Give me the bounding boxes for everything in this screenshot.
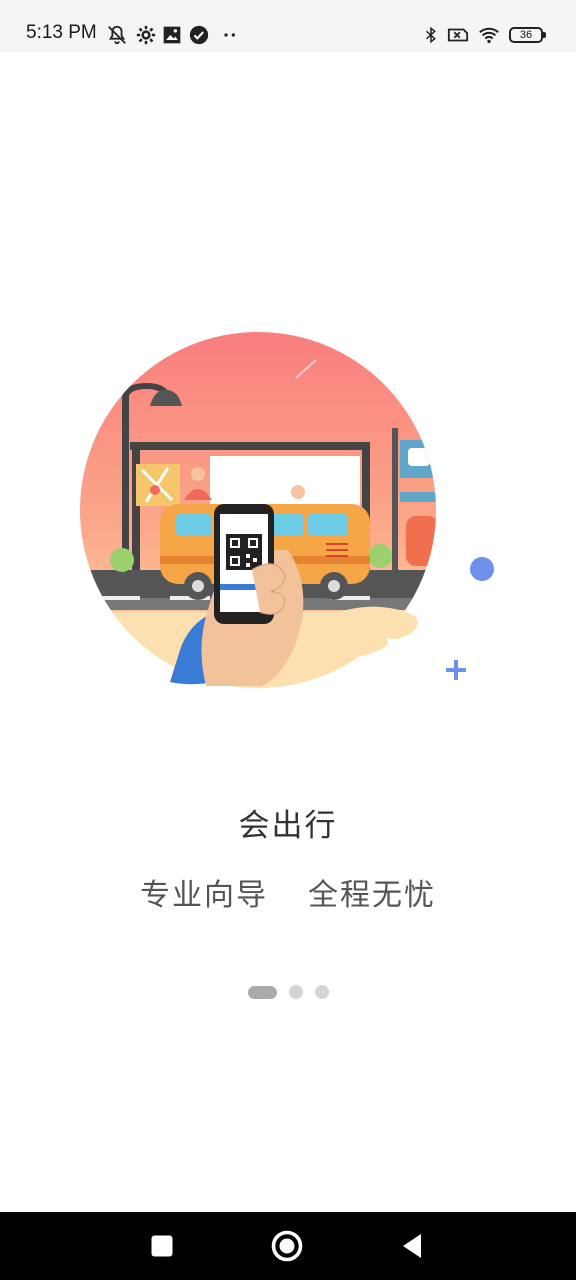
- gear-icon: [136, 25, 156, 45]
- home-circle-icon[interactable]: [269, 1228, 305, 1264]
- onboarding-illustration: [80, 330, 500, 700]
- bell-off-icon: [106, 24, 128, 46]
- status-time: 5:13 PM: [26, 22, 97, 43]
- navigation-bar: [0, 1212, 576, 1280]
- battery-icon: 36: [509, 27, 546, 43]
- recents-square-icon[interactable]: [144, 1228, 180, 1264]
- wifi-icon: [476, 24, 502, 46]
- back-triangle-icon[interactable]: [394, 1228, 430, 1264]
- onboarding-title: 会出行: [238, 808, 338, 844]
- bluetooth-icon: [422, 24, 440, 46]
- status-bar: 5:13 PM 36: [0, 0, 576, 52]
- page-dot[interactable]: [288, 985, 303, 999]
- more-dots-icon: [222, 24, 238, 46]
- onboarding-subtitle: 专业向导 全程无忧: [0, 870, 576, 914]
- check-circle-icon: [189, 25, 209, 45]
- page-dot[interactable]: [314, 985, 329, 999]
- photo-icon: [162, 25, 182, 45]
- subtitle-left: 专业向导: [140, 878, 268, 913]
- sim-x-icon: [446, 24, 470, 46]
- page-dot-active[interactable]: [247, 985, 277, 999]
- page-indicator: [0, 984, 576, 1000]
- subtitle-right: 全程无忧: [308, 878, 436, 913]
